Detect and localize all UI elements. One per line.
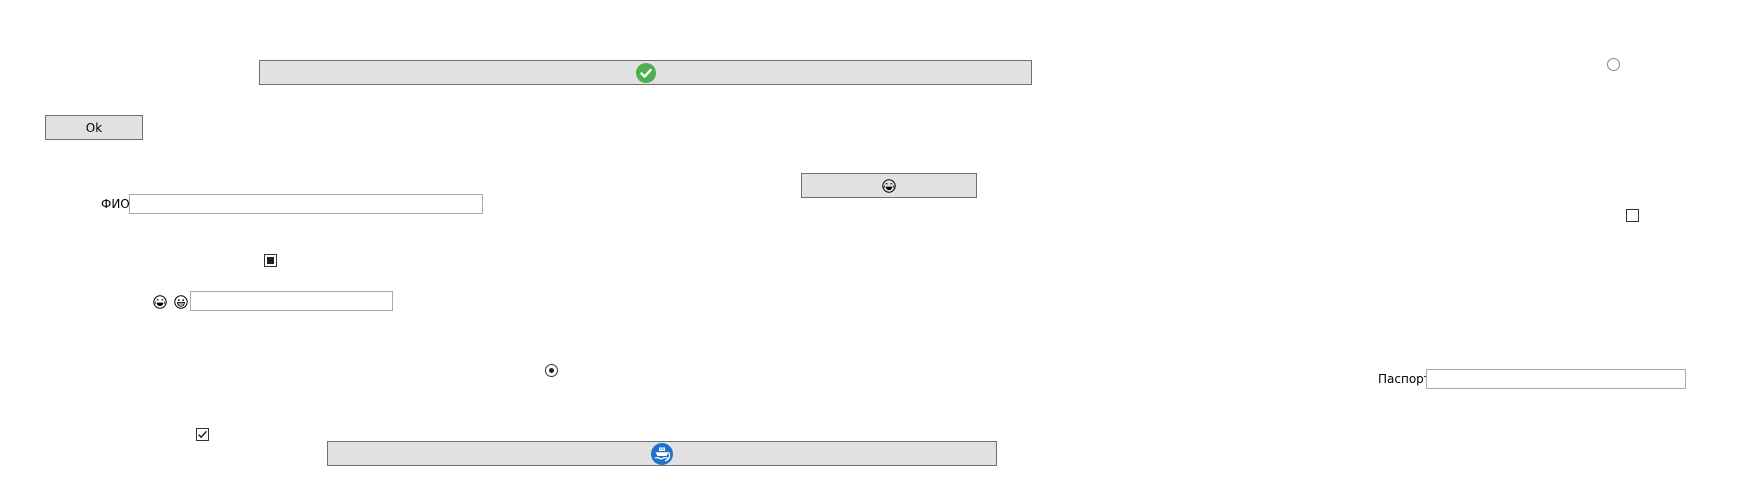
checkmark-icon (198, 430, 207, 439)
blue-boat-icon (651, 442, 673, 465)
ok-button-label: Ok (85, 120, 103, 135)
check-button[interactable] (259, 60, 1032, 85)
indeterminate-mark (267, 257, 274, 264)
selected-radio[interactable] (545, 364, 558, 377)
fio-label: ФИО (101, 197, 130, 211)
green-check-icon (635, 62, 656, 83)
emoji-input[interactable] (190, 291, 393, 311)
indeterminate-checkbox[interactable] (264, 254, 277, 267)
fio-input[interactable] (129, 194, 483, 214)
passport-label: Паспорт (1378, 372, 1431, 386)
grinning-face-icon (174, 295, 188, 309)
emoji-button[interactable] (801, 173, 977, 198)
laughing-face-icon (882, 178, 896, 193)
passport-input[interactable] (1426, 369, 1686, 389)
ok-button[interactable]: Ok (45, 115, 143, 140)
boat-button[interactable] (327, 441, 997, 466)
unchecked-checkbox[interactable] (1626, 209, 1639, 222)
unselected-radio[interactable] (1607, 58, 1620, 71)
checked-checkbox[interactable] (196, 428, 209, 441)
radio-selected-dot (549, 368, 554, 373)
laughing-face-icon (153, 295, 167, 309)
